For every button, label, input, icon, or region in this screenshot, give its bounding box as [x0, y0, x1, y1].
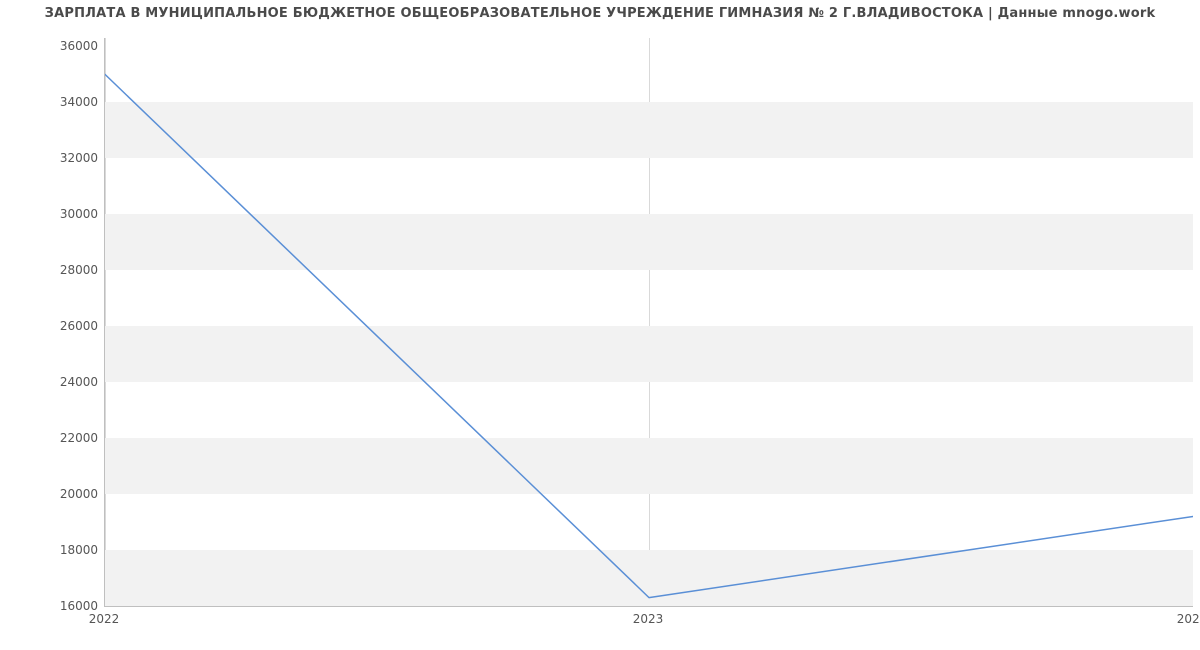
y-tick-label: 20000 [18, 487, 98, 501]
y-tick-label: 24000 [18, 375, 98, 389]
plot-area [104, 38, 1193, 607]
y-tick-label: 34000 [18, 95, 98, 109]
y-tick-label: 32000 [18, 151, 98, 165]
series-salary [105, 74, 1193, 597]
y-tick-label: 22000 [18, 431, 98, 445]
y-tick-label: 30000 [18, 207, 98, 221]
y-tick-label: 16000 [18, 599, 98, 613]
y-tick-label: 18000 [18, 543, 98, 557]
x-tick-label: 2023 [633, 612, 664, 626]
y-tick-label: 28000 [18, 263, 98, 277]
x-tick-label: 2024 [1177, 612, 1200, 626]
y-tick-label: 26000 [18, 319, 98, 333]
x-tick-label: 2022 [89, 612, 120, 626]
chart-title: ЗАРПЛАТА В МУНИЦИПАЛЬНОЕ БЮДЖЕТНОЕ ОБЩЕО… [0, 6, 1200, 21]
line-series [105, 38, 1193, 606]
y-tick-label: 36000 [18, 39, 98, 53]
chart-container: ЗАРПЛАТА В МУНИЦИПАЛЬНОЕ БЮДЖЕТНОЕ ОБЩЕО… [0, 0, 1200, 650]
